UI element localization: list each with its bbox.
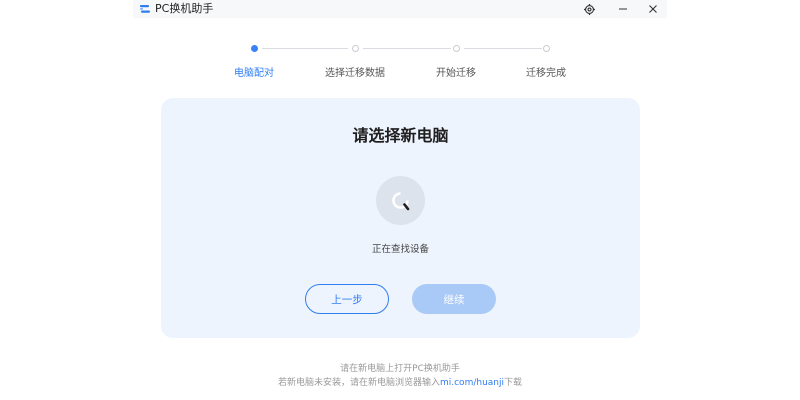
step-label-select-data: 选择迁移数据 (325, 68, 385, 79)
step-dot-select-data (352, 45, 359, 52)
step-connector (262, 48, 348, 49)
title-bar: PC换机助手 (133, 0, 667, 18)
step-dot-start-migration (453, 45, 460, 52)
continue-button[interactable]: 继续 (412, 284, 496, 314)
step-label-pairing: 电脑配对 (234, 68, 274, 79)
device-search-card: 请选择新电脑 正在查找设备 上一步 继续 (161, 98, 640, 338)
spinner-icon (392, 192, 410, 211)
close-button[interactable] (638, 0, 668, 18)
window-title: PC换机助手 (155, 2, 214, 15)
step-connector (464, 48, 542, 49)
close-icon (649, 5, 657, 13)
footer-hint: 请在新电脑上打开PC换机助手 (340, 364, 460, 374)
step-dot-complete (543, 45, 550, 52)
settings-button[interactable] (574, 0, 604, 18)
search-status: 正在查找设备 (371, 244, 429, 255)
footer-install-hint: 若新电脑未安装，请在新电脑浏览器输入mi.com/huanji下载 (133, 375, 667, 388)
step-label-start-migration: 开始迁移 (436, 68, 476, 79)
step-dot-pairing (251, 45, 258, 52)
back-button[interactable]: 上一步 (305, 284, 389, 314)
step-label-complete: 迁移完成 (526, 68, 566, 79)
minimize-icon (619, 8, 627, 10)
step-connector (363, 48, 451, 49)
footer-install-text: 若新电脑未安装，请在新电脑浏览器输入 (277, 378, 440, 388)
footer-download-text: 下载 (504, 378, 523, 388)
gear-icon (583, 3, 595, 15)
page-title: 请选择新电脑 (352, 126, 449, 145)
app-logo-icon (140, 5, 150, 13)
loading-spinner (376, 176, 425, 225)
minimize-button[interactable] (608, 0, 638, 18)
download-link[interactable]: mi.com/huanji (440, 378, 504, 388)
